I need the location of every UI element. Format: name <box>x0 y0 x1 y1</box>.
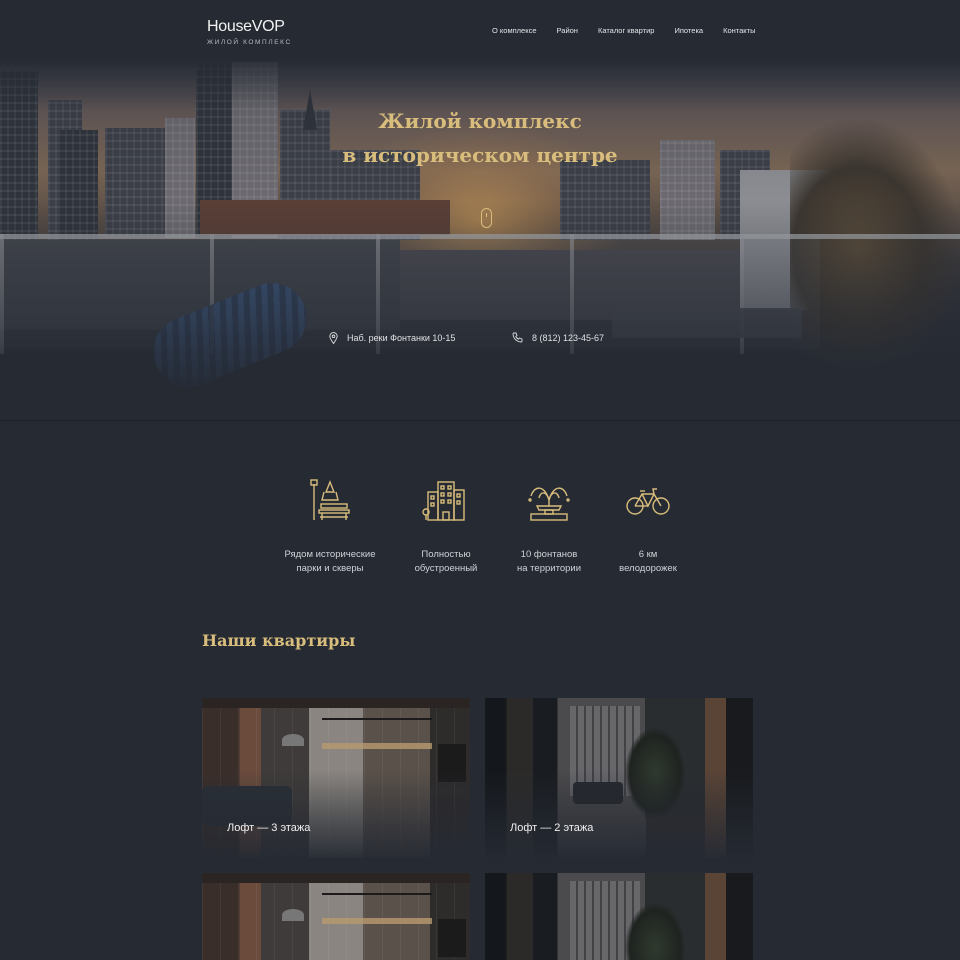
logo[interactable]: HouseVOP ЖИЛОЙ КОМПЛЕКС <box>207 18 292 46</box>
phone-block[interactable]: 8 (812) 123-45-67 <box>512 332 604 343</box>
main-nav: О комплексе Район Каталог квартир Ипотек… <box>492 26 755 35</box>
nav-item-about[interactable]: О комплексе <box>492 26 537 35</box>
nav-item-district[interactable]: Район <box>557 26 578 35</box>
feature-infrastructure-text: Полностью обустроенный <box>414 549 478 574</box>
hero-section <box>0 0 960 420</box>
address-block: Наб. реки Фонтанки 10-15 <box>329 332 455 344</box>
address-text: Наб. реки Фонтанки 10-15 <box>347 333 456 343</box>
apartment-photo <box>202 873 470 960</box>
nav-item-catalog[interactable]: Каталог квартир <box>598 26 655 35</box>
hero-title-line1: Жилой комплекс <box>378 109 582 133</box>
feature-infrastructure: Полностью обустроенный <box>386 476 506 576</box>
buildings-icon <box>422 481 465 521</box>
apartments-title: Наши квартиры <box>202 631 356 650</box>
feature-parks-text: Рядом исторические парки и скверы <box>284 549 376 574</box>
phone-icon <box>512 332 523 343</box>
section-divider <box>0 420 960 421</box>
feature-parks: Рядом исторические парки и скверы <box>270 476 390 576</box>
apartment-photo <box>485 873 753 960</box>
phone-text: 8 (812) 123-45-67 <box>532 332 605 343</box>
logo-title: HouseVOP <box>207 18 285 35</box>
apartment-card-loft-3[interactable]: Лофт — 3 этажа <box>202 698 470 858</box>
apartment-card-loft-2[interactable]: Лофт — 2 этажа <box>485 698 753 858</box>
fountain-icon <box>528 487 570 521</box>
hero-title: Жилой комплекс в историческом центре <box>0 104 960 172</box>
apartment-card-label: Лофт — 3 этажа <box>227 822 311 834</box>
location-pin-icon <box>329 332 338 344</box>
mouse-scroll-icon[interactable] <box>481 208 492 228</box>
apartment-card-label: Лофт — 2 этажа <box>510 822 594 834</box>
nav-item-contacts[interactable]: Контакты <box>723 26 755 35</box>
bicycle-icon <box>626 488 670 515</box>
apartment-card[interactable] <box>202 873 470 960</box>
feature-bike-paths-text: 6 км велодорожек <box>619 549 677 574</box>
park-bench-icon <box>310 479 350 520</box>
logo-subtitle: ЖИЛОЙ КОМПЛЕКС <box>207 39 292 46</box>
feature-bike-paths: 6 км велодорожек <box>588 476 708 576</box>
nav-item-mortgage[interactable]: Ипотека <box>674 26 703 35</box>
apartment-card[interactable] <box>485 873 753 960</box>
hero-overlay <box>0 0 960 420</box>
hero-title-line2: в историческом центре <box>342 143 618 167</box>
